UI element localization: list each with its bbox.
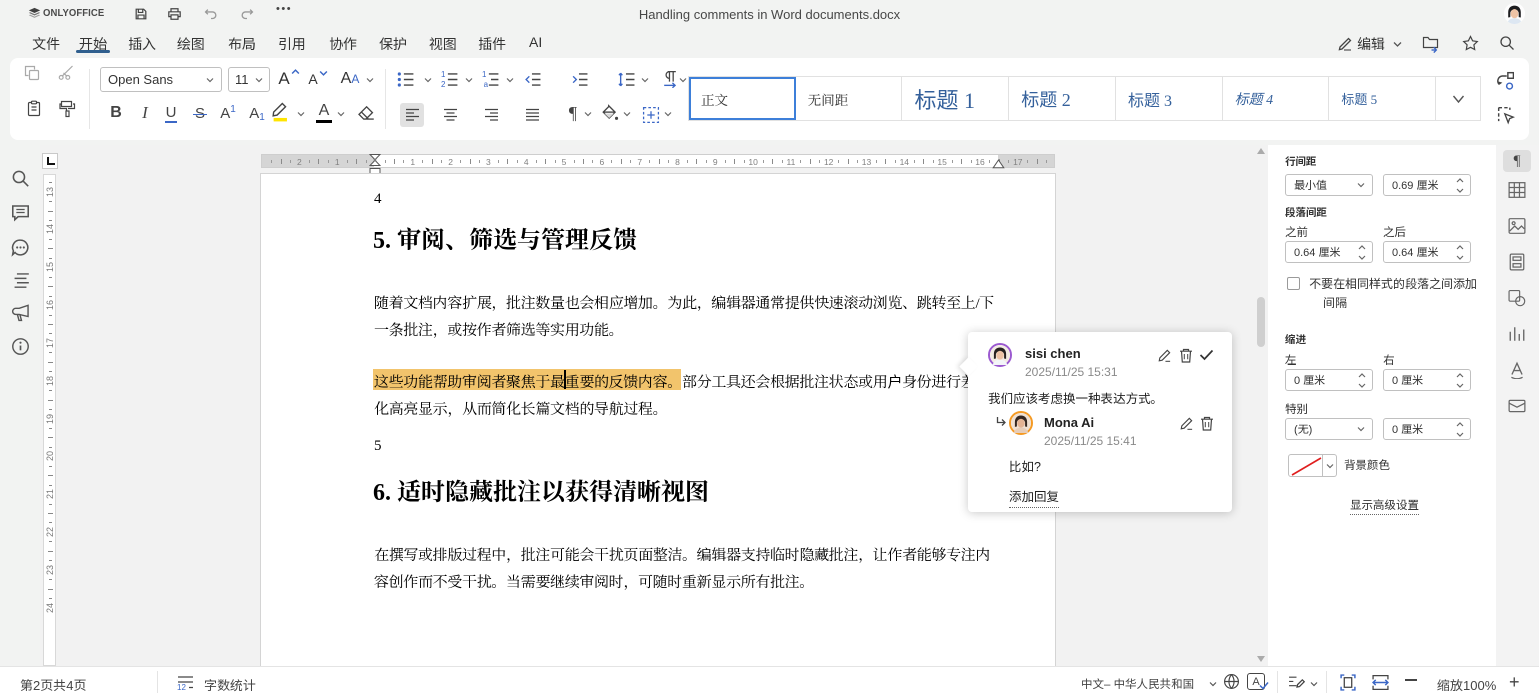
svg-text:a: a: [484, 79, 489, 87]
svg-text:2: 2: [441, 79, 446, 87]
svg-text:1: 1: [441, 71, 446, 79]
svg-text:1: 1: [482, 71, 487, 79]
svg-text:12: 12: [177, 683, 186, 690]
